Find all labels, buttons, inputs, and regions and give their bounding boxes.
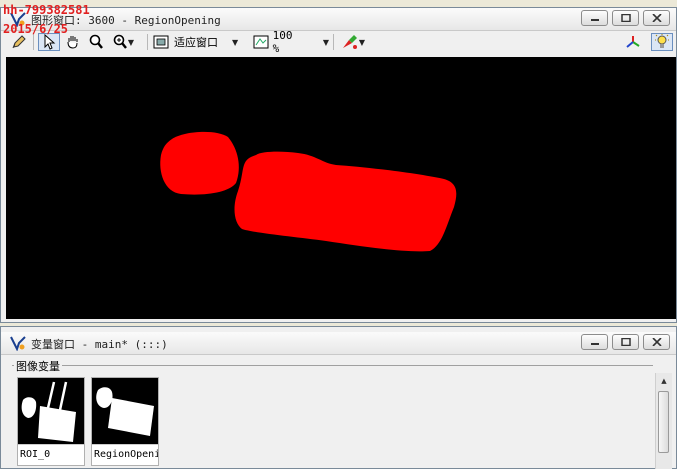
thumbnail-image [18,378,84,444]
close-icon [651,338,662,346]
minimize-icon [590,343,599,345]
zoom-percent-dropdown[interactable]: 100 % ▼ [253,29,329,55]
minimize-button[interactable] [581,10,608,26]
graphics-canvas[interactable] [6,57,676,319]
maximize-icon [620,14,631,22]
minimize-button[interactable] [581,334,608,350]
halcon-app-icon [10,336,26,351]
toolbar-divider [147,34,148,50]
scrollbar-thumb[interactable] [658,391,669,453]
axes-icon [626,36,640,48]
zoom-mode-label: 适应窗口 [174,36,218,49]
watermark-line2: 2015/6/25 [3,22,69,36]
minimize-icon [590,19,599,21]
region-blob-right [234,151,457,252]
color-tool-button[interactable]: ▼ [337,33,369,51]
maximize-button[interactable] [612,10,639,26]
magnifier-icon [89,34,103,49]
chevron-down-icon: ▼ [127,37,135,47]
hand-icon [67,36,78,49]
group-divider [12,365,653,366]
coordinate-axis-button[interactable] [623,33,643,51]
fit-window-icon [153,35,169,49]
roi-preview [21,381,76,442]
variable-thumbnail-roi[interactable]: ROI_0 [17,377,85,466]
graphics-window-titlebar[interactable]: 图形窗口: 3600 - RegionOpening [1,8,676,31]
scroll-up-button[interactable]: ▲ [656,373,672,389]
variable-window-title: 变量窗口 - main* (:::) [31,338,168,351]
toolbar-divider [333,34,334,50]
zoom-mode-dropdown[interactable]: 适应窗口 ▼ [153,33,247,51]
close-button[interactable] [643,334,670,350]
close-button[interactable] [643,10,670,26]
pencil-icon [12,35,26,49]
zoom-in-tool-button[interactable]: ▼ [108,33,138,51]
zoom-percent-label: 100 % [272,29,293,55]
magnify-tool-button[interactable] [86,33,106,51]
light-bulb-button[interactable] [651,33,673,51]
variable-thumbnail-regionopening[interactable]: RegionOpening [91,377,159,466]
region-blob-left [160,131,239,195]
image-variables-group-label: 图像变量 [14,358,62,374]
paint-color-icon [342,35,357,49]
chevron-down-icon: ▼ [322,37,329,47]
arrow-up-icon: ▲ [661,377,667,385]
maximize-button[interactable] [612,334,639,350]
lightbulb-icon [655,34,669,48]
zoom-in-icon [113,34,127,49]
toolbar-divider [33,34,34,50]
variable-window-titlebar[interactable]: 变量窗口 - main* (:::) [1,332,676,355]
graphics-toolbar: ▼ 适应窗口 ▼ 100 % ▼ ▼ [1,29,676,55]
zoom-percent-icon [253,35,269,49]
regionopening-preview [96,387,154,436]
thumbnail-caption: RegionOpening [92,444,158,465]
region-display [160,131,457,252]
chevron-down-icon: ▼ [232,37,239,47]
pointer-arrow-icon [44,34,56,50]
variable-window-scrollbar[interactable]: ▲ [655,373,672,469]
thumbnail-caption: ROI_0 [18,444,84,465]
chevron-down-icon: ▼ [358,37,366,47]
watermark-line1: hh-799382581 [3,3,90,17]
maximize-icon [620,338,631,346]
thumbnail-image [92,378,158,444]
close-icon [651,14,662,22]
